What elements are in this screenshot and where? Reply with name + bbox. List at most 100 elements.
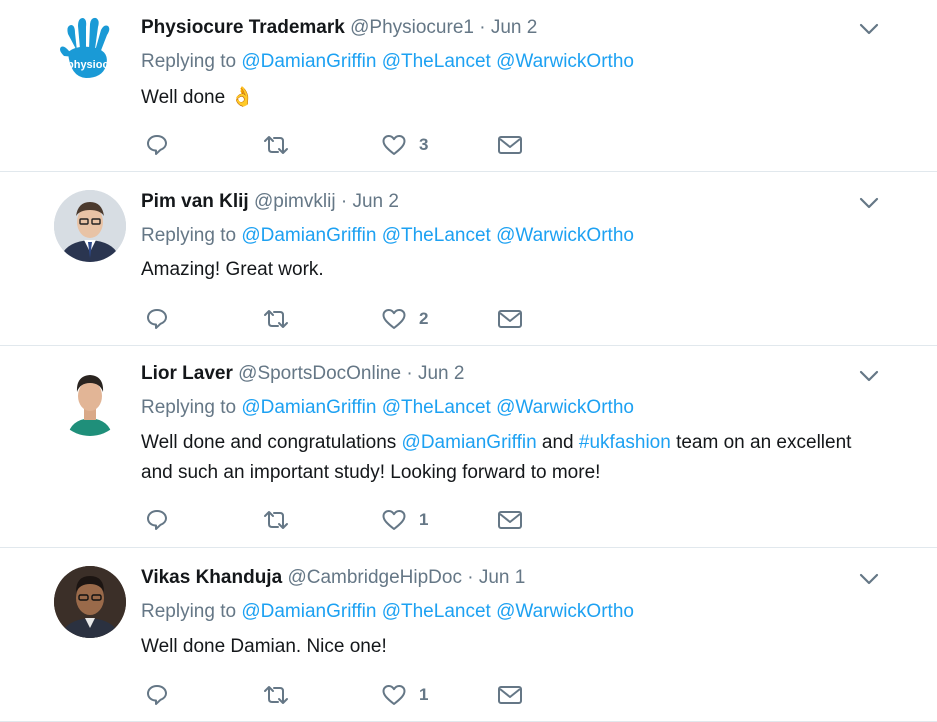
reply-button[interactable] — [145, 131, 169, 159]
chevron-down-icon[interactable] — [858, 568, 880, 590]
like-count: 1 — [419, 510, 429, 529]
mention-link[interactable]: @DamianGriffin — [241, 51, 376, 72]
reply-button[interactable] — [145, 305, 169, 333]
replying-to-label: Replying to — [141, 397, 237, 418]
avatar[interactable] — [54, 566, 126, 638]
tweet-text-part: Well done and congratulations — [141, 432, 402, 453]
tweet-header: Pim van Klij @pimvklij · Jun 2 — [141, 190, 399, 214]
ok-hand-emoji: 👌 — [230, 87, 255, 108]
retweet-button[interactable] — [261, 506, 291, 534]
user-handle[interactable]: @Physiocure1 — [350, 17, 474, 38]
like-count: 3 — [419, 135, 429, 154]
user-handle[interactable]: @CambridgeHipDoc — [287, 567, 462, 588]
mention-link[interactable]: @TheLancet — [382, 225, 491, 246]
tweet-date[interactable]: Jun 2 — [418, 363, 464, 384]
tweet-text-body: Well done — [141, 87, 226, 108]
tweet-3[interactable]: Lior Laver @SportsDocOnline · Jun 2 Repl… — [0, 346, 937, 548]
reply-button[interactable] — [145, 506, 169, 534]
display-name[interactable]: Vikas Khanduja — [141, 567, 282, 588]
replying-to-label: Replying to — [141, 225, 237, 246]
tweet-2[interactable]: Pim van Klij @pimvklij · Jun 2 Replying … — [0, 172, 937, 346]
chevron-down-icon[interactable] — [858, 365, 880, 387]
heart-icon — [382, 309, 406, 329]
tweet-header: Physiocure Trademark @Physiocure1 · Jun … — [141, 16, 537, 40]
profile-photo-icon — [54, 190, 126, 262]
like-button[interactable]: 1 — [381, 506, 428, 534]
direct-message-button[interactable] — [497, 305, 523, 333]
display-name[interactable]: Pim van Klij — [141, 191, 249, 212]
mention-link[interactable]: @DamianGriffin — [241, 601, 376, 622]
tweet-actions: 2 — [141, 305, 541, 333]
tweet-actions: 1 — [141, 681, 541, 709]
separator-dot: · — [340, 191, 348, 212]
chevron-down-icon[interactable] — [858, 18, 880, 40]
separator-dot: · — [479, 17, 486, 38]
mention-link[interactable]: @WarwickOrtho — [496, 225, 634, 246]
display-name[interactable]: Physiocure Trademark — [141, 17, 345, 38]
reply-icon — [147, 309, 167, 329]
tweet-header: Vikas Khanduja @CambridgeHipDoc · Jun 1 — [141, 566, 525, 590]
replying-to-line: Replying to @DamianGriffin @TheLancet @W… — [141, 396, 634, 420]
avatar[interactable] — [54, 190, 126, 262]
tweet-4[interactable]: Vikas Khanduja @CambridgeHipDoc · Jun 1 … — [0, 548, 937, 722]
retweet-button[interactable] — [261, 131, 291, 159]
retweet-icon — [264, 511, 288, 529]
profile-photo-icon — [54, 566, 126, 638]
tweet-text: Well done and congratulations @DamianGri… — [141, 428, 861, 488]
heart-icon — [382, 685, 406, 705]
retweet-button[interactable] — [261, 681, 291, 709]
retweet-button[interactable] — [261, 305, 291, 333]
mention-link[interactable]: @DamianGriffin — [241, 397, 376, 418]
envelope-icon — [498, 136, 522, 154]
tweet-text: Well done Damian. Nice one! — [141, 632, 861, 662]
separator-dot: · — [467, 567, 474, 588]
mention-link[interactable]: @TheLancet — [382, 601, 491, 622]
direct-message-button[interactable] — [497, 506, 523, 534]
like-button[interactable]: 1 — [381, 681, 428, 709]
user-handle[interactable]: @pimvklij — [254, 191, 336, 212]
tweet-date[interactable]: Jun 2 — [491, 17, 537, 38]
tweet-actions: 1 — [141, 506, 541, 534]
direct-message-button[interactable] — [497, 131, 523, 159]
hashtag-link[interactable]: #ukfashion — [579, 432, 671, 453]
heart-icon — [382, 135, 406, 155]
replying-to-label: Replying to — [141, 51, 237, 72]
like-button[interactable]: 2 — [381, 305, 428, 333]
avatar[interactable]: physiocure — [54, 16, 126, 88]
mention-link[interactable]: @DamianGriffin — [241, 225, 376, 246]
replying-to-line: Replying to @DamianGriffin @TheLancet @W… — [141, 600, 634, 624]
reply-icon — [147, 510, 167, 530]
mention-link[interactable]: @TheLancet — [382, 397, 491, 418]
tweet-text: Amazing! Great work. — [141, 255, 861, 285]
like-count: 2 — [419, 309, 429, 328]
chevron-down-icon[interactable] — [858, 192, 880, 214]
envelope-icon — [498, 511, 522, 529]
tweet-actions: 3 — [141, 131, 541, 159]
profile-photo-icon — [54, 364, 126, 436]
mention-link[interactable]: @WarwickOrtho — [496, 601, 634, 622]
tweet-date[interactable]: Jun 2 — [352, 191, 398, 212]
mention-link[interactable]: @TheLancet — [382, 51, 491, 72]
avatar[interactable] — [54, 364, 126, 436]
replying-to-line: Replying to @DamianGriffin @TheLancet @W… — [141, 50, 634, 74]
tweet-date[interactable]: Jun 1 — [479, 567, 525, 588]
heart-icon — [382, 510, 406, 530]
direct-message-button[interactable] — [497, 681, 523, 709]
avatar-brand-text: physiocure — [67, 59, 126, 71]
replying-to-label: Replying to — [141, 601, 237, 622]
envelope-icon — [498, 310, 522, 328]
mention-link[interactable]: @WarwickOrtho — [496, 51, 634, 72]
reply-icon — [147, 135, 167, 155]
tweet-text: Well done 👌 — [141, 83, 861, 113]
reply-button[interactable] — [145, 681, 169, 709]
user-handle[interactable]: @SportsDocOnline — [238, 363, 401, 384]
mention-link[interactable]: @WarwickOrtho — [496, 397, 634, 418]
tweet-text-body: Well done Damian. Nice one! — [141, 636, 387, 657]
retweet-icon — [264, 310, 288, 328]
retweet-icon — [264, 136, 288, 154]
envelope-icon — [498, 686, 522, 704]
mention-link[interactable]: @DamianGriffin — [402, 432, 537, 453]
like-button[interactable]: 3 — [381, 131, 428, 159]
display-name[interactable]: Lior Laver — [141, 363, 233, 384]
tweet-1[interactable]: physiocure Physiocure Trademark @Physioc… — [0, 0, 937, 172]
